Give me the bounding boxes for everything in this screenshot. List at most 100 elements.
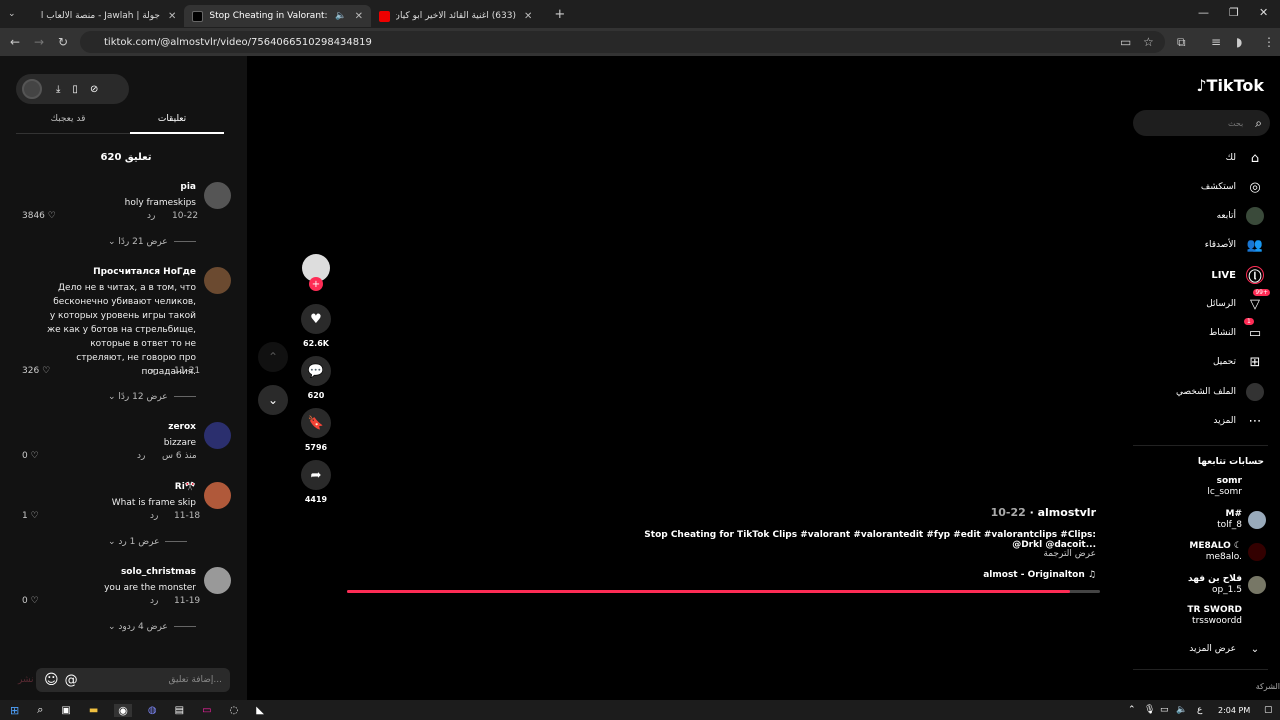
comment-input[interactable]: إضافة تعليق...: [78, 675, 230, 685]
view-replies-button[interactable]: ⌄ عرض 12 ردًا: [108, 392, 196, 402]
cast-icon[interactable]: ▭: [1120, 35, 1131, 49]
minimize-icon[interactable]: —: [1198, 6, 1209, 19]
avatar[interactable]: [204, 567, 231, 594]
back-icon[interactable]: ←: [10, 35, 20, 49]
show-more-button[interactable]: عرض المزيد ⌄: [1147, 640, 1264, 658]
url-field[interactable]: tiktok.com/@almostvlr/video/756406651029…: [80, 31, 1165, 53]
tiktok-logo[interactable]: ♪TikTok: [1196, 76, 1264, 95]
following-item[interactable]: somr lc_somr: [1146, 476, 1266, 498]
reply-button[interactable]: رد: [137, 451, 145, 461]
download-icon[interactable]: ⤓: [56, 84, 60, 95]
notifications-icon[interactable]: ▢: [1264, 705, 1273, 715]
windows-start-icon[interactable]: ⊞: [10, 704, 19, 717]
comment-video-button[interactable]: 💬: [301, 356, 331, 386]
maximize-icon[interactable]: ❐: [1229, 6, 1239, 19]
chrome-icon[interactable]: ◉: [114, 703, 132, 717]
following-item[interactable]: ME8ALO ☾ me8alo.: [1146, 541, 1266, 563]
like-button[interactable]: 0 ♡: [22, 451, 39, 461]
phone-icon[interactable]: ▯: [72, 84, 78, 95]
tray-chevron-icon[interactable]: ⌃: [1128, 705, 1136, 715]
close-window-icon[interactable]: ✕: [1259, 6, 1268, 19]
media-icon[interactable]: ≡: [1211, 35, 1221, 49]
tab-youtube[interactable]: (633) اغنية القائد الاخير ابو كيان ر ✕: [371, 5, 540, 27]
new-tab-button[interactable]: +: [554, 7, 565, 22]
comment-author[interactable]: solo_christmas: [121, 567, 196, 577]
following-item[interactable]: TR SWORD trsswoordd: [1146, 605, 1266, 627]
app-icon[interactable]: ◣: [256, 705, 264, 716]
nav-activity[interactable]: النشاط ▭ 1: [1147, 318, 1264, 342]
following-item[interactable]: فلاح بن فهد op_1.5: [1146, 574, 1266, 596]
like-button[interactable]: 0 ♡: [22, 596, 39, 606]
chevron-down-icon[interactable]: ⌄: [258, 385, 288, 415]
display-icon[interactable]: ▭: [1160, 705, 1169, 715]
discord-icon[interactable]: ◍: [148, 705, 157, 716]
save-video-button[interactable]: 🔖: [301, 408, 331, 438]
translate-link[interactable]: عرض الترجمة: [1043, 549, 1096, 559]
task-view-icon[interactable]: ▣: [61, 705, 70, 716]
search-icon[interactable]: ⌕: [37, 703, 43, 717]
nav-profile[interactable]: الملف الشخصي: [1147, 383, 1264, 401]
profile-icon[interactable]: ◗: [1236, 35, 1242, 49]
tab-comments[interactable]: تعليقات: [120, 114, 224, 134]
nav-following[interactable]: أتابعه: [1147, 207, 1264, 225]
language-indicator[interactable]: ع: [1197, 705, 1202, 715]
post-button[interactable]: نشر: [18, 675, 34, 685]
comment-author[interactable]: zerox: [168, 422, 196, 432]
comment-author[interactable]: pia: [180, 182, 196, 192]
app-icon[interactable]: ◌: [230, 705, 239, 716]
bookmark-star-icon[interactable]: ☆: [1143, 35, 1154, 49]
nav-home[interactable]: لك ⌂: [1147, 149, 1264, 167]
avatar[interactable]: [204, 267, 231, 294]
view-replies-button[interactable]: ⌄ عرض 1 رد: [108, 537, 188, 547]
nav-live[interactable]: LIVE ⓛ: [1147, 266, 1264, 285]
nav-explore[interactable]: استكشف ◎: [1147, 178, 1264, 196]
emoji-icon[interactable]: ☺: [44, 672, 59, 688]
clock[interactable]: 2:04 PM: [1218, 706, 1250, 715]
reply-button[interactable]: رد: [150, 511, 158, 521]
progress-track[interactable]: [347, 590, 1100, 593]
close-icon[interactable]: ✕: [524, 11, 532, 22]
share-video-button[interactable]: ➦: [301, 460, 331, 490]
view-replies-button[interactable]: ⌄ عرض 4 ردود: [108, 622, 196, 632]
avatar[interactable]: [204, 182, 231, 209]
close-icon[interactable]: ✕: [168, 11, 176, 22]
author-name[interactable]: almostvlr: [1038, 506, 1096, 519]
reply-button[interactable]: رد: [150, 366, 158, 376]
reload-icon[interactable]: ↻: [58, 35, 68, 49]
like-button[interactable]: 326 ♡: [22, 366, 50, 376]
like-button[interactable]: 3846 ♡: [22, 211, 56, 221]
company-link[interactable]: الشركة: [1256, 682, 1280, 691]
like-video-button[interactable]: ♥: [301, 304, 331, 334]
tab-jawlah[interactable]: جولة | Jawlah - منصة الألعاب الـ ✕: [32, 5, 184, 27]
reply-button[interactable]: رد: [147, 211, 155, 221]
compass-small-icon[interactable]: ⊘: [90, 84, 98, 95]
avatar[interactable]: [204, 482, 231, 509]
menu-icon[interactable]: ⋮: [1263, 35, 1275, 49]
tab-liked[interactable]: قد يعجبك: [16, 114, 120, 134]
nav-friends[interactable]: الأصدقاء 👥: [1147, 236, 1264, 254]
app-icon[interactable]: ▭: [202, 705, 211, 716]
search-input[interactable]: بحث ⌕: [1133, 110, 1270, 136]
volume-icon[interactable]: 🔈: [1176, 705, 1187, 715]
tab-tiktok[interactable]: Stop Cheating in Valorant: E 🔈 ✕: [184, 5, 371, 27]
sound-row[interactable]: almost - Originalton ♫: [983, 570, 1096, 580]
forward-icon[interactable]: →: [34, 35, 44, 49]
speaker-icon[interactable]: 🔈: [335, 11, 346, 21]
avatar[interactable]: [204, 422, 231, 449]
nav-messages[interactable]: الرسائل ▽ 99+: [1147, 289, 1270, 313]
microphone-icon[interactable]: 🎙: [1144, 705, 1155, 715]
close-icon[interactable]: ✕: [355, 11, 363, 22]
nav-more[interactable]: المزيد ⋯: [1147, 412, 1264, 430]
mention-icon[interactable]: @: [65, 673, 78, 688]
view-replies-button[interactable]: ⌄ عرض 21 ردًا: [108, 237, 196, 247]
like-button[interactable]: 1 ♡: [22, 511, 39, 521]
following-item[interactable]: M# tolf_8: [1146, 509, 1266, 531]
video-player[interactable]: ⌃ ⌄ + ♥ 62.6K 💬 620 🔖 5796 ➦ 4419 10-22 …: [247, 56, 1133, 700]
app-icon[interactable]: ▤: [175, 705, 184, 716]
file-explorer-icon[interactable]: ▬: [89, 705, 98, 716]
chevron-up-icon[interactable]: ⌃: [258, 342, 288, 372]
nav-upload[interactable]: تحميل ⊞: [1147, 353, 1264, 371]
search-icon[interactable]: ⌕: [1255, 116, 1262, 131]
follow-plus-icon[interactable]: +: [309, 277, 323, 291]
tab-search-icon[interactable]: ⌄: [8, 9, 22, 19]
